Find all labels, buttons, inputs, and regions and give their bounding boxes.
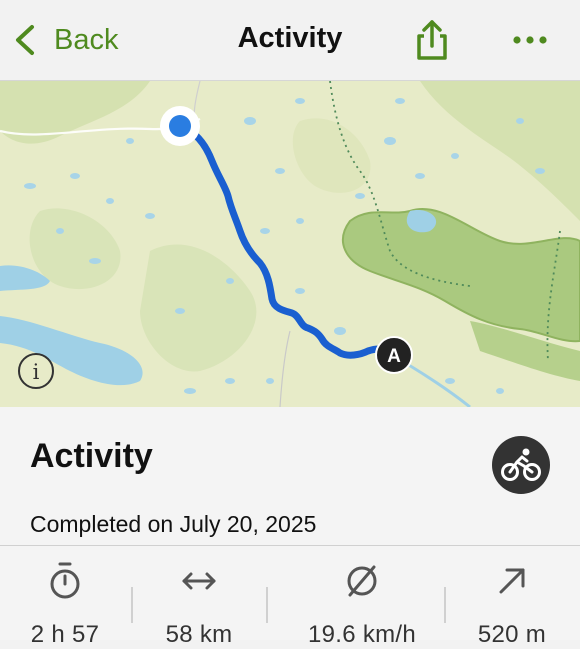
stat-distance: 58 km (134, 561, 264, 649)
stat-separator (444, 587, 446, 623)
distance-value: 58 km (165, 621, 233, 648)
stat-avg-speed: 19.6 km/h (292, 561, 432, 649)
stats-row: 2 h 57 58 km 19.6 km/h 520 m (0, 547, 580, 648)
end-marker-label: A (387, 346, 401, 367)
cycling-icon (501, 448, 541, 481)
activity-title: Activity (30, 437, 153, 475)
stat-separator (131, 587, 133, 623)
elevation-value: 520 m (477, 621, 547, 648)
horizontal-arrows-icon (182, 572, 216, 590)
back-button[interactable]: Back (12, 18, 118, 62)
stat-separator (266, 587, 268, 623)
share-icon (417, 20, 447, 60)
completed-date: Completed on July 20, 2025 (30, 511, 317, 537)
arrow-up-right-icon (499, 568, 525, 594)
info-icon: i (33, 360, 40, 384)
average-speed-icon (347, 565, 377, 597)
end-marker-a[interactable]: A (375, 336, 413, 374)
route-map[interactable]: A i (0, 81, 580, 407)
back-label: Back (54, 23, 119, 56)
duration-value: 2 h 57 (30, 621, 100, 648)
activity-details-panel: Activity Completed on July 20, 2025 2 h … (0, 407, 580, 648)
stopwatch-icon (50, 562, 80, 599)
activity-type-badge (492, 436, 550, 494)
ellipsis-icon (513, 36, 547, 44)
divider (0, 545, 580, 546)
start-location-dot[interactable] (160, 106, 200, 146)
more-options-button[interactable] (508, 22, 552, 58)
stat-duration: 2 h 57 (0, 561, 130, 649)
avg-speed-value: 19.6 km/h (307, 621, 417, 648)
share-button[interactable] (412, 18, 452, 62)
chevron-left-icon (16, 25, 34, 55)
stat-elevation: 520 m (447, 561, 577, 649)
navigation-bar: Back Activity (0, 0, 580, 81)
